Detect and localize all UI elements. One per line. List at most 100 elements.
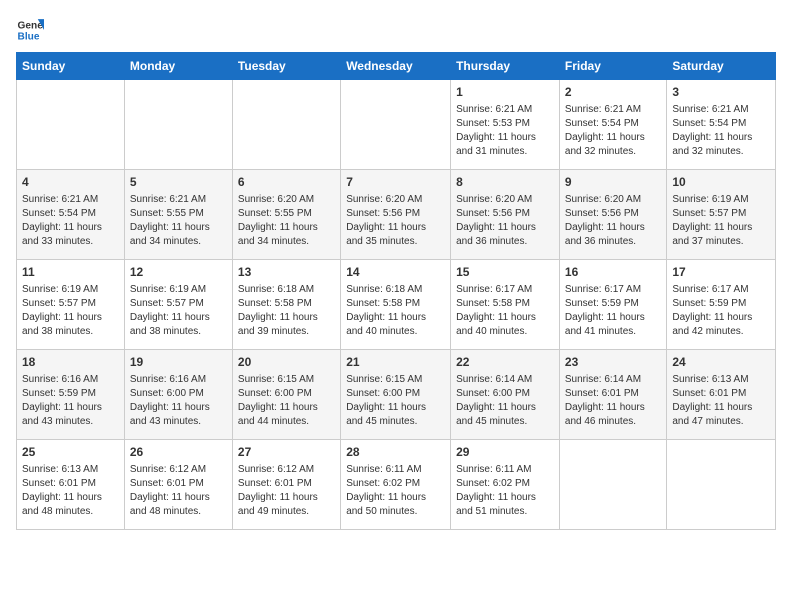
calendar-cell: 16 Sunrise: 6:17 AM Sunset: 5:59 PM Dayli… (559, 260, 666, 350)
calendar-body: 1 Sunrise: 6:21 AM Sunset: 5:53 PM Daylig… (17, 80, 776, 530)
day-info: Sunrise: 6:20 AM Sunset: 5:56 PM Dayligh… (565, 193, 661, 249)
dow-header: Sunday (17, 53, 125, 80)
calendar-week: 18Sunrise: 6:16 AM Sunset: 5:59 PM Dayli… (17, 350, 776, 440)
calendar-week: 11Sunrise: 6:19 AM Sunset: 5:57 PM Dayli… (17, 260, 776, 350)
day-number: 20 (238, 354, 335, 371)
day-info: Sunrise: 6:14 AM Sunset: 6:00 PM Dayligh… (456, 373, 554, 429)
day-info: Sunrise: 6:15 AM Sunset: 6:00 PM Dayligh… (346, 373, 445, 429)
calendar-cell: 9 Sunrise: 6:20 AM Sunset: 5:56 PM Daylig… (559, 170, 666, 260)
day-number: 4 (22, 174, 119, 191)
calendar-cell: 23 Sunrise: 6:14 AM Sunset: 6:01 PM Dayli… (559, 350, 666, 440)
day-number: 6 (238, 174, 335, 191)
day-number: 2 (565, 84, 661, 101)
calendar-cell: 7 Sunrise: 6:20 AM Sunset: 5:56 PM Daylig… (341, 170, 451, 260)
calendar-week: 4 Sunrise: 6:21 AM Sunset: 5:54 PM Daylig… (17, 170, 776, 260)
day-info: Sunrise: 6:11 AM Sunset: 6:02 PM Dayligh… (456, 463, 554, 519)
calendar-cell (17, 80, 125, 170)
day-number: 5 (130, 174, 227, 191)
calendar-cell: 3 Sunrise: 6:21 AM Sunset: 5:54 PM Daylig… (667, 80, 776, 170)
day-info: Sunrise: 6:14 AM Sunset: 6:01 PM Dayligh… (565, 373, 661, 429)
calendar-cell: 1 Sunrise: 6:21 AM Sunset: 5:53 PM Daylig… (451, 80, 560, 170)
calendar-cell (232, 80, 340, 170)
day-info: Sunrise: 6:18 AM Sunset: 5:58 PM Dayligh… (238, 283, 335, 339)
day-info: Sunrise: 6:19 AM Sunset: 5:57 PM Dayligh… (22, 283, 119, 339)
day-info: Sunrise: 6:16 AM Sunset: 6:00 PM Dayligh… (130, 373, 227, 429)
day-info: Sunrise: 6:20 AM Sunset: 5:55 PM Dayligh… (238, 193, 335, 249)
calendar-cell: 2 Sunrise: 6:21 AM Sunset: 5:54 PM Daylig… (559, 80, 666, 170)
day-info: Sunrise: 6:21 AM Sunset: 5:54 PM Dayligh… (565, 103, 661, 159)
day-number: 29 (456, 444, 554, 461)
calendar-cell: 19 Sunrise: 6:16 AM Sunset: 6:00 PM Dayli… (124, 350, 232, 440)
calendar-cell: 10 Sunrise: 6:19 AM Sunset: 5:57 PM Dayli… (667, 170, 776, 260)
svg-text:Blue: Blue (18, 31, 40, 42)
day-number: 19 (130, 354, 227, 371)
calendar-cell: 28 Sunrise: 6:11 AM Sunset: 6:02 PM Dayli… (341, 440, 451, 530)
day-info: Sunrise: 6:20 AM Sunset: 5:56 PM Dayligh… (346, 193, 445, 249)
calendar-week: 25 Sunrise: 6:13 AM Sunset: 6:01 PM Dayli… (17, 440, 776, 530)
calendar-cell: 5Sunrise: 6:21 AM Sunset: 5:55 PM Daylig… (124, 170, 232, 260)
calendar-table: SundayMondayTuesdayWednesdayThursdayFrid… (16, 52, 776, 530)
day-number: 16 (565, 264, 661, 281)
day-info: Sunrise: 6:12 AM Sunset: 6:01 PM Dayligh… (238, 463, 335, 519)
calendar-cell: 4 Sunrise: 6:21 AM Sunset: 5:54 PM Daylig… (17, 170, 125, 260)
day-number: 7 (346, 174, 445, 191)
day-info: Sunrise: 6:13 AM Sunset: 6:01 PM Dayligh… (672, 373, 770, 429)
day-number: 8 (456, 174, 554, 191)
day-info: Sunrise: 6:20 AM Sunset: 5:56 PM Dayligh… (456, 193, 554, 249)
day-number: 17 (672, 264, 770, 281)
day-info: Sunrise: 6:13 AM Sunset: 6:01 PM Dayligh… (22, 463, 119, 519)
calendar-cell: 26Sunrise: 6:12 AM Sunset: 6:01 PM Dayli… (124, 440, 232, 530)
day-number: 3 (672, 84, 770, 101)
day-number: 24 (672, 354, 770, 371)
day-number: 15 (456, 264, 554, 281)
calendar-cell: 17 Sunrise: 6:17 AM Sunset: 5:59 PM Dayli… (667, 260, 776, 350)
calendar-cell: 13Sunrise: 6:18 AM Sunset: 5:58 PM Dayli… (232, 260, 340, 350)
dow-header: Wednesday (341, 53, 451, 80)
day-number: 9 (565, 174, 661, 191)
page-header: General Blue (16, 16, 776, 44)
day-info: Sunrise: 6:16 AM Sunset: 5:59 PM Dayligh… (22, 373, 119, 429)
day-info: Sunrise: 6:17 AM Sunset: 5:59 PM Dayligh… (565, 283, 661, 339)
day-info: Sunrise: 6:21 AM Sunset: 5:54 PM Dayligh… (672, 103, 770, 159)
calendar-cell: 21 Sunrise: 6:15 AM Sunset: 6:00 PM Dayli… (341, 350, 451, 440)
logo: General Blue (16, 16, 44, 44)
dow-header: Friday (559, 53, 666, 80)
day-number: 12 (130, 264, 227, 281)
dow-header: Tuesday (232, 53, 340, 80)
calendar-cell: 29 Sunrise: 6:11 AM Sunset: 6:02 PM Dayli… (451, 440, 560, 530)
day-info: Sunrise: 6:19 AM Sunset: 5:57 PM Dayligh… (130, 283, 227, 339)
day-info: Sunrise: 6:21 AM Sunset: 5:54 PM Dayligh… (22, 193, 119, 249)
day-number: 25 (22, 444, 119, 461)
day-number: 1 (456, 84, 554, 101)
calendar-cell (667, 440, 776, 530)
calendar-cell: 27 Sunrise: 6:12 AM Sunset: 6:01 PM Dayli… (232, 440, 340, 530)
calendar-cell: 18Sunrise: 6:16 AM Sunset: 5:59 PM Dayli… (17, 350, 125, 440)
day-number: 28 (346, 444, 445, 461)
calendar-cell: 24 Sunrise: 6:13 AM Sunset: 6:01 PM Dayli… (667, 350, 776, 440)
calendar-cell: 12 Sunrise: 6:19 AM Sunset: 5:57 PM Dayli… (124, 260, 232, 350)
day-info: Sunrise: 6:11 AM Sunset: 6:02 PM Dayligh… (346, 463, 445, 519)
day-of-week-row: SundayMondayTuesdayWednesdayThursdayFrid… (17, 53, 776, 80)
calendar-week: 1 Sunrise: 6:21 AM Sunset: 5:53 PM Daylig… (17, 80, 776, 170)
calendar-cell (124, 80, 232, 170)
day-number: 10 (672, 174, 770, 191)
logo-icon: General Blue (16, 16, 44, 44)
day-number: 27 (238, 444, 335, 461)
day-info: Sunrise: 6:18 AM Sunset: 5:58 PM Dayligh… (346, 283, 445, 339)
calendar-cell: 25 Sunrise: 6:13 AM Sunset: 6:01 PM Dayli… (17, 440, 125, 530)
day-number: 21 (346, 354, 445, 371)
day-info: Sunrise: 6:17 AM Sunset: 5:59 PM Dayligh… (672, 283, 770, 339)
calendar-cell: 6 Sunrise: 6:20 AM Sunset: 5:55 PM Daylig… (232, 170, 340, 260)
day-number: 23 (565, 354, 661, 371)
calendar-cell: 22Sunrise: 6:14 AM Sunset: 6:00 PM Dayli… (451, 350, 560, 440)
day-info: Sunrise: 6:19 AM Sunset: 5:57 PM Dayligh… (672, 193, 770, 249)
day-info: Sunrise: 6:12 AM Sunset: 6:01 PM Dayligh… (130, 463, 227, 519)
day-info: Sunrise: 6:21 AM Sunset: 5:53 PM Dayligh… (456, 103, 554, 159)
dow-header: Monday (124, 53, 232, 80)
calendar-cell: 20Sunrise: 6:15 AM Sunset: 6:00 PM Dayli… (232, 350, 340, 440)
dow-header: Thursday (451, 53, 560, 80)
day-info: Sunrise: 6:17 AM Sunset: 5:58 PM Dayligh… (456, 283, 554, 339)
calendar-cell: 15 Sunrise: 6:17 AM Sunset: 5:58 PM Dayli… (451, 260, 560, 350)
calendar-cell (559, 440, 666, 530)
calendar-cell: 14Sunrise: 6:18 AM Sunset: 5:58 PM Dayli… (341, 260, 451, 350)
